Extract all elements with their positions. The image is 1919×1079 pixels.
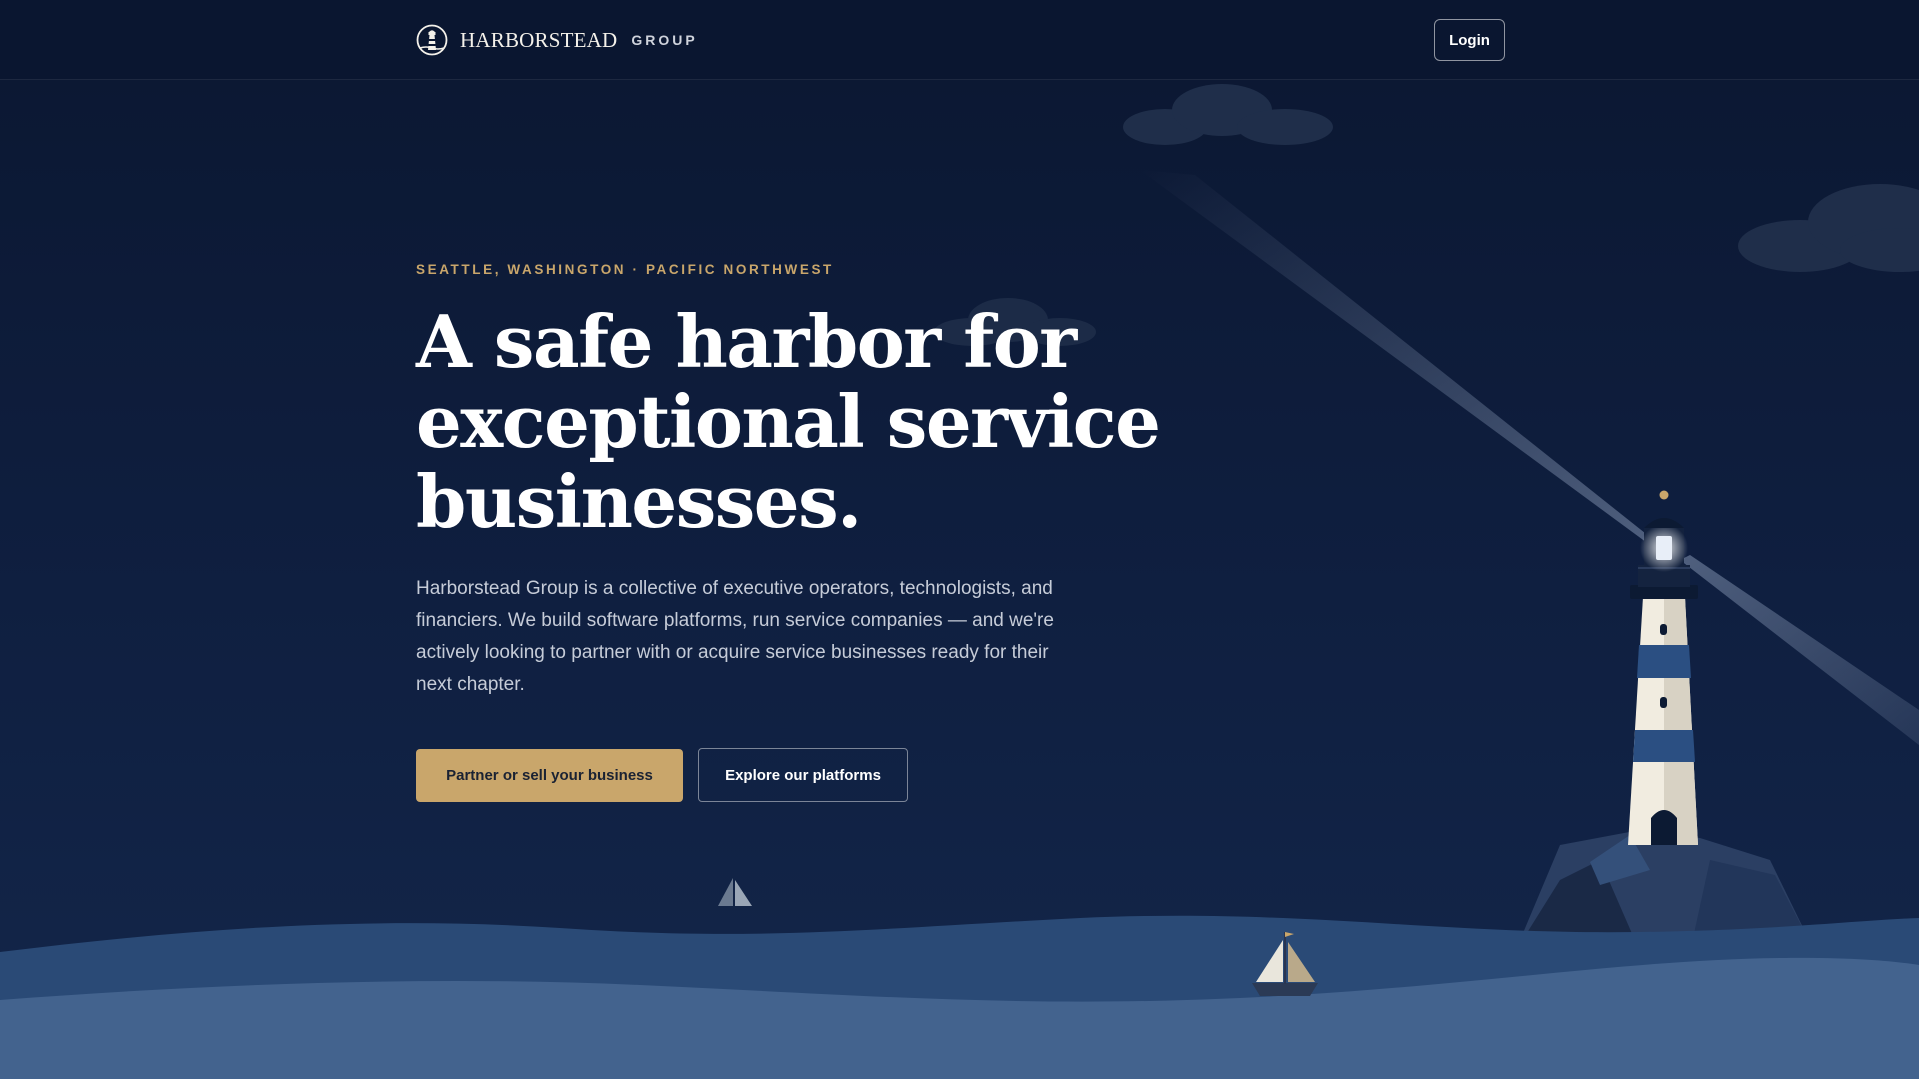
page: HARBORSTEAD GROUP Login SEATTLE, WASHING… bbox=[0, 0, 1919, 1079]
brand[interactable]: HARBORSTEAD GROUP bbox=[416, 22, 698, 58]
lighthouse-logo-icon bbox=[416, 24, 448, 56]
cloud-icon bbox=[1738, 184, 1919, 272]
lighthouse bbox=[1628, 490, 1698, 845]
hero-description: Harborstead Group is a collective of exe… bbox=[416, 578, 1054, 695]
partner-or-sell-button[interactable]: Partner or sell your business bbox=[416, 749, 683, 802]
brand-subtitle: GROUP bbox=[631, 32, 698, 48]
headline-line: A safe harbor for bbox=[416, 299, 1077, 384]
brand-name: HARBORSTEAD bbox=[460, 27, 618, 52]
login-button[interactable]: Login bbox=[1434, 19, 1505, 61]
hero-eyebrow: SEATTLE, WASHINGTON · PACIFIC NORTHWEST bbox=[416, 262, 834, 277]
site-header: HARBORSTEAD GROUP Login bbox=[0, 0, 1919, 80]
explore-platforms-button[interactable]: Explore our platforms bbox=[698, 748, 908, 802]
cloud-icon bbox=[1123, 84, 1333, 145]
headline-line: businesses. bbox=[416, 459, 862, 544]
sailboat-small bbox=[718, 878, 752, 906]
headline-line: exceptional service bbox=[416, 379, 1161, 464]
hero-headline: A safe harbor for exceptional service bu… bbox=[416, 299, 1161, 544]
